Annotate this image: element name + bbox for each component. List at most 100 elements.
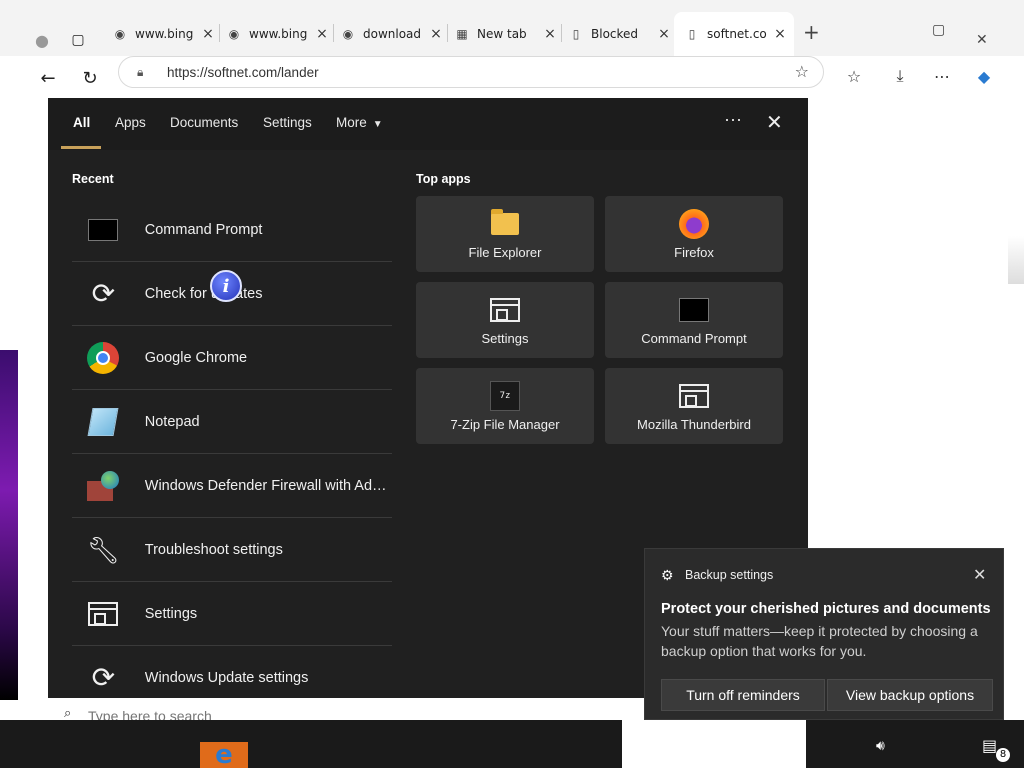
tab-apps[interactable]: Apps xyxy=(115,115,146,130)
recent-item-google-chrome[interactable]: Google Chrome xyxy=(72,326,392,390)
top-apps-heading: Top apps xyxy=(416,172,471,186)
recent-item-label: Command Prompt xyxy=(144,221,263,238)
turn-off-reminders-button[interactable]: Turn off reminders xyxy=(661,679,825,711)
tab-documents[interactable]: Documents xyxy=(170,115,238,130)
more-options-icon[interactable]: ⋯ xyxy=(928,62,956,90)
recent-item-firewall[interactable]: Windows Defender Firewall with Advanced … xyxy=(72,454,392,518)
close-icon[interactable]: × xyxy=(427,26,445,42)
toast-body: Your stuff matters—keep it protected by … xyxy=(661,623,978,659)
tab-more[interactable]: More ▼ xyxy=(336,115,383,130)
app-tile-label: Settings xyxy=(481,330,529,346)
notification-center-icon[interactable]: ▤ 8 xyxy=(982,736,1010,762)
refresh-icon: ⟳ xyxy=(91,277,116,309)
tab-bing-2[interactable]: ◉ www.bing × xyxy=(226,14,331,54)
copilot-icon[interactable]: ◆ xyxy=(970,62,998,90)
internet-explorer-icon[interactable]: e xyxy=(200,740,248,770)
recent-item-label: Windows Update settings xyxy=(144,670,309,686)
bing-favicon-icon: ◉ xyxy=(114,27,126,41)
close-icon[interactable]: × xyxy=(771,26,789,42)
firewall-icon xyxy=(86,468,121,504)
app-tile-firefox[interactable]: Firefox xyxy=(605,196,783,272)
wrench-icon: 🔧︎ xyxy=(86,534,120,565)
back-arrow-icon[interactable]: ← xyxy=(34,64,62,92)
restore-window-icon[interactable]: ▢ xyxy=(932,22,945,38)
folder-icon xyxy=(487,208,523,239)
tab-bing-1[interactable]: ◉ www.bing × xyxy=(112,14,217,54)
view-backup-options-button[interactable]: View backup options xyxy=(827,679,993,711)
close-icon[interactable]: ✕ xyxy=(766,110,783,135)
toast-app-name: Backup settings xyxy=(685,568,774,582)
display-artifact xyxy=(1008,236,1024,284)
close-icon[interactable]: × xyxy=(541,26,559,42)
new-tab-button[interactable]: + xyxy=(803,20,820,44)
caret-down-icon: ▼ xyxy=(372,119,383,130)
app-tile-label: Mozilla Thunderbird xyxy=(637,416,751,432)
close-window-button[interactable]: ✕ xyxy=(976,32,988,48)
top-apps-grid: File Explorer Firefox Settings Command P… xyxy=(416,196,786,444)
tab-divider xyxy=(561,24,562,42)
recent-item-troubleshoot-settings[interactable]: 🔧︎ Troubleshoot settings xyxy=(72,518,392,582)
favorites-icon[interactable]: ☆ xyxy=(840,62,868,90)
gear-icon: ⚙ xyxy=(661,567,674,583)
app-tile-settings[interactable]: Settings xyxy=(416,282,594,358)
close-icon[interactable]: ✕ xyxy=(973,565,986,585)
download-favicon-icon: ◉ xyxy=(342,27,354,41)
tab-softnet[interactable]: ▯ softnet.co × xyxy=(674,12,794,56)
notification-count-badge: 8 xyxy=(996,748,1010,762)
close-icon[interactable]: × xyxy=(199,26,217,42)
app-tile-7zip[interactable]: 7z 7-Zip File Manager xyxy=(416,368,594,444)
profile-avatar[interactable]: ● xyxy=(28,26,56,54)
app-tile-file-explorer[interactable]: File Explorer xyxy=(416,196,594,272)
firefox-icon xyxy=(676,208,712,239)
recent-item-settings[interactable]: Settings xyxy=(72,582,392,646)
taskbar-search-box[interactable]: ⌕ xyxy=(48,698,648,720)
refresh-icon: ⟳ xyxy=(91,662,116,693)
volume-icon[interactable]: 🔊︎ xyxy=(876,738,885,754)
more-options-icon[interactable]: ⋯ xyxy=(724,110,743,131)
recent-item-command-prompt[interactable]: Command Prompt xyxy=(72,198,392,262)
downloads-icon[interactable]: ⤓ xyxy=(886,62,914,90)
tab-title: New tab xyxy=(477,27,527,41)
recent-item-label: Check for updates xyxy=(144,285,263,302)
settings-icon xyxy=(487,295,523,325)
recent-item-label: Windows Defender Firewall with Advanced … xyxy=(144,477,392,494)
backup-toast-notification: ⚙ Backup settings ✕ Protect your cherish… xyxy=(644,548,1004,720)
browser-tabstrip: ● ▢ ◉ www.bing × ◉ www.bing × ◉ download… xyxy=(0,0,1024,56)
tab-divider xyxy=(219,24,220,42)
recent-item-label: Notepad xyxy=(144,413,200,430)
close-icon[interactable]: × xyxy=(313,26,331,42)
page-favicon-icon: ▯ xyxy=(688,27,696,41)
app-tile-label: File Explorer xyxy=(468,244,542,260)
chrome-icon xyxy=(86,340,121,376)
app-tile-command-prompt[interactable]: Command Prompt xyxy=(605,282,783,358)
app-tile-thunderbird[interactable]: Mozilla Thunderbird xyxy=(605,368,783,444)
notepad-icon xyxy=(86,404,121,440)
active-tab-indicator xyxy=(61,146,101,149)
bing-favicon-icon: ◉ xyxy=(228,27,240,41)
app-tile-label: Command Prompt xyxy=(641,330,747,346)
search-input[interactable] xyxy=(88,708,628,720)
recent-item-label: Google Chrome xyxy=(144,349,248,366)
info-icon: i xyxy=(210,270,242,302)
new-tab-favicon-icon: ▦ xyxy=(456,27,468,41)
address-bar[interactable]: 🔒︎ https://softnet.com/lander ☆ xyxy=(118,56,824,88)
refresh-icon[interactable]: ↻ xyxy=(76,64,104,92)
close-icon[interactable]: × xyxy=(655,26,673,42)
app-tile-label: Firefox xyxy=(674,244,714,260)
toast-title: Protect your cherished pictures and docu… xyxy=(661,601,991,617)
tab-divider xyxy=(333,24,334,42)
tab-blocked[interactable]: ▯ Blocked × xyxy=(568,14,673,54)
search-filter-tabs: All Apps Documents Settings More ▼ ⋯ ✕ xyxy=(48,98,808,150)
command-prompt-icon xyxy=(86,212,121,248)
tab-actions-icon[interactable]: ▢ xyxy=(64,26,92,54)
tab-title: www.bing xyxy=(249,27,308,41)
tab-divider xyxy=(447,24,448,42)
search-icon: ⌕ xyxy=(64,706,72,720)
recent-item-notepad[interactable]: Notepad xyxy=(72,390,392,454)
tab-new-tab[interactable]: ▦ New tab × xyxy=(454,14,559,54)
tab-all[interactable]: All xyxy=(73,115,90,130)
favorite-star-icon[interactable]: ☆ xyxy=(795,62,809,81)
tab-settings[interactable]: Settings xyxy=(263,115,312,130)
thunderbird-icon xyxy=(676,381,712,411)
tab-download[interactable]: ◉ download × xyxy=(340,14,445,54)
